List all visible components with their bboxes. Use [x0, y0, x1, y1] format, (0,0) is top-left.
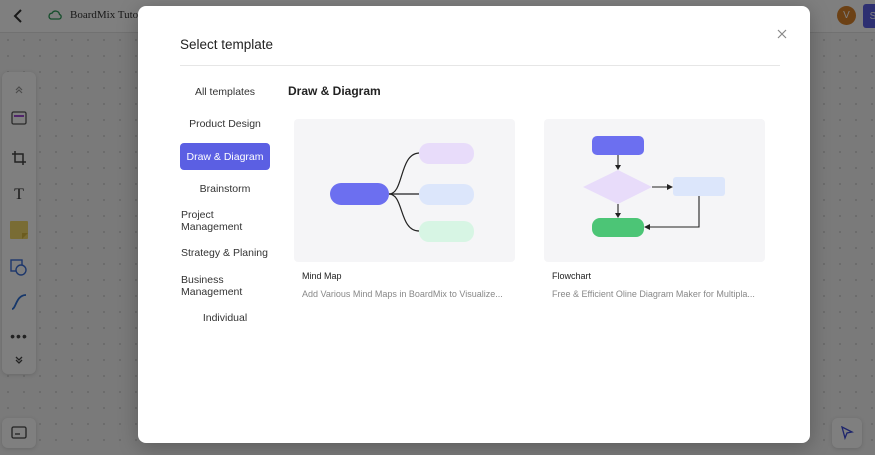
process-node — [673, 177, 725, 196]
start-node — [592, 136, 644, 155]
category-product-design[interactable]: Product Design — [180, 118, 270, 130]
category-all-templates[interactable]: All templates — [180, 86, 270, 98]
central-node — [330, 183, 389, 205]
category-project-management[interactable]: Project Management — [181, 209, 273, 233]
close-icon — [777, 29, 787, 39]
close-button[interactable] — [774, 26, 790, 42]
template-card-flowchart[interactable]: Flowchart Free & Efficient Oline Diagram… — [544, 119, 765, 299]
mind-map-thumbnail — [294, 119, 515, 262]
category-business-management[interactable]: Business Management — [181, 274, 273, 298]
end-node — [592, 218, 644, 237]
category-strategy-planing[interactable]: Strategy & Planing — [181, 247, 273, 259]
category-brainstorm[interactable]: Brainstorm — [180, 183, 270, 195]
branch-node-lavender — [419, 143, 474, 164]
template-description: Free & Efficient Oline Diagram Maker for… — [552, 289, 755, 299]
flowchart-thumbnail — [544, 119, 765, 262]
category-individual[interactable]: Individual — [180, 312, 270, 324]
template-name: Mind Map — [302, 271, 342, 281]
branch-node-green — [419, 221, 474, 242]
template-name: Flowchart — [552, 271, 592, 281]
category-draw-diagram[interactable]: Draw & Diagram — [180, 143, 270, 170]
branch-node-blue — [419, 184, 474, 205]
flowchart-preview — [583, 136, 725, 237]
mind-map-preview — [330, 143, 474, 242]
template-card-mind-map[interactable]: Mind Map Add Various Mind Maps in BoardM… — [294, 119, 515, 299]
section-title: Draw & Diagram — [288, 84, 381, 98]
header-divider — [180, 65, 780, 66]
select-template-dialog: Select template All templates Product De… — [138, 6, 810, 443]
dialog-title: Select template — [180, 37, 274, 52]
decision-node — [583, 170, 652, 204]
template-description: Add Various Mind Maps in BoardMix to Vis… — [302, 289, 503, 299]
